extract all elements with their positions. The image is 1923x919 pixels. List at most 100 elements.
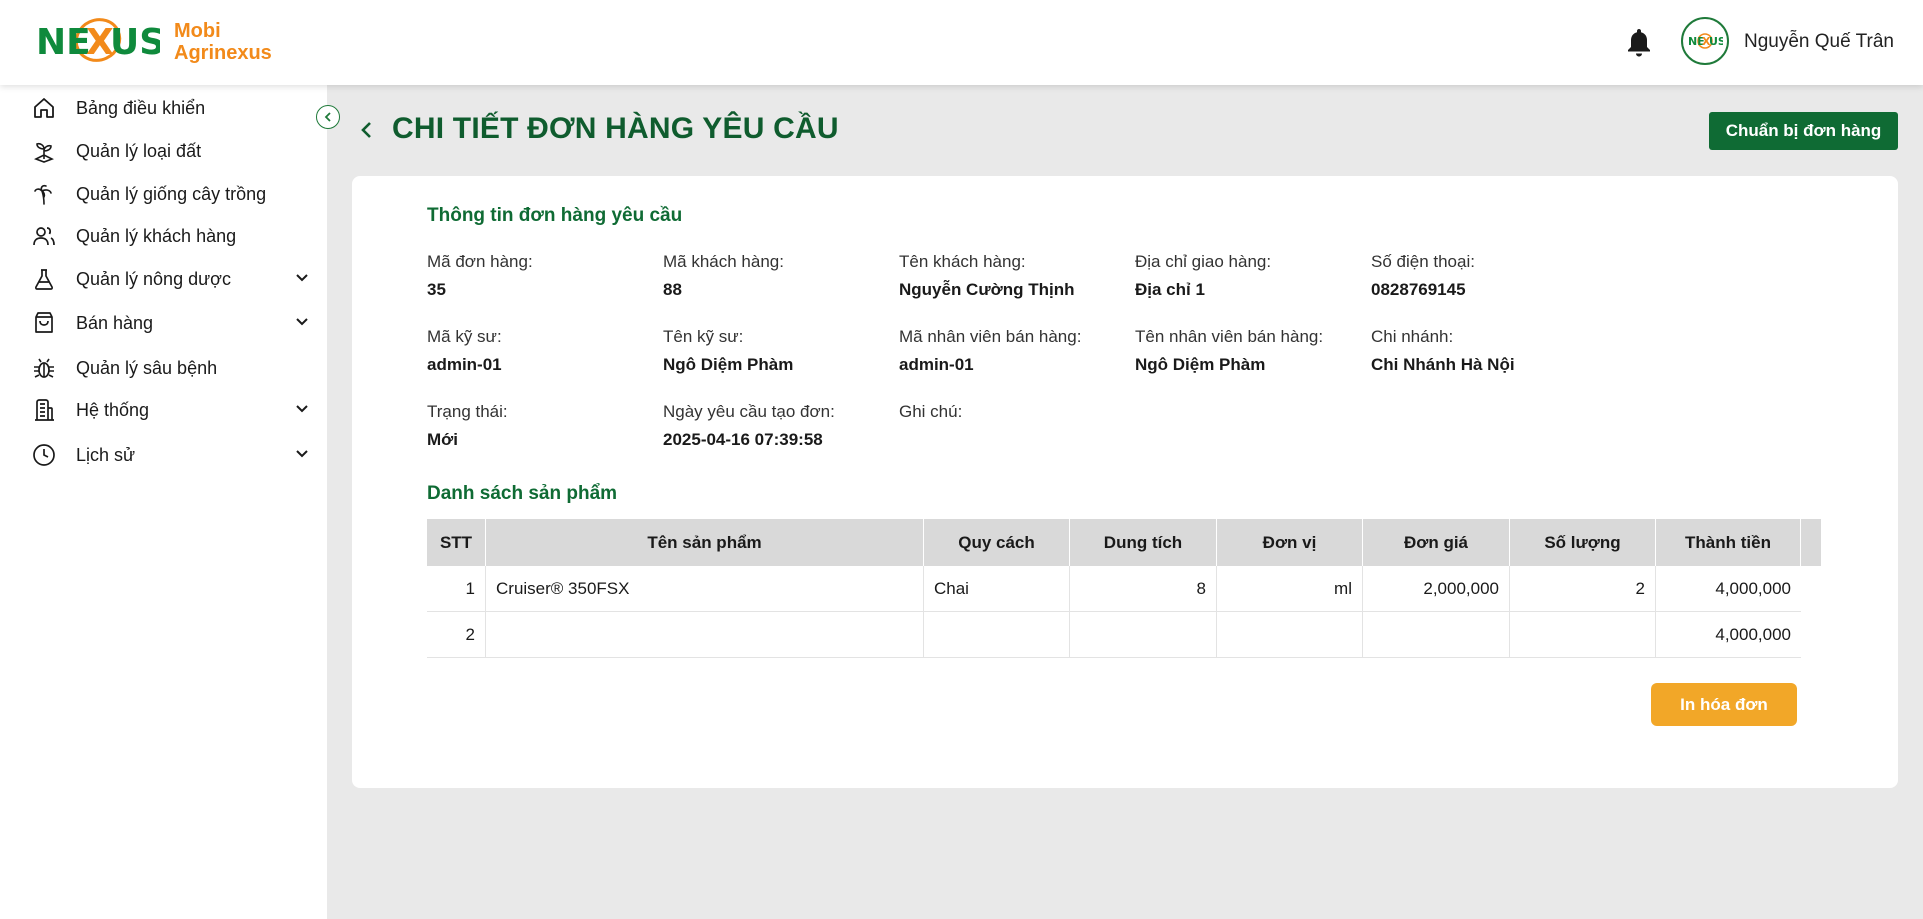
sidebar-item-system[interactable]: Hệ thống [30, 392, 310, 428]
customer-id-label: Mã khách hàng: [663, 252, 784, 271]
phone-value: 0828769145 [1371, 280, 1466, 299]
delivery-address-value: Địa chỉ 1 [1135, 280, 1205, 299]
chevron-down-icon [296, 450, 308, 458]
column-header[interactable]: Quy cách [924, 519, 1070, 566]
sidebar-item-label: Quản lý loại đất [76, 140, 202, 161]
palm-tree-icon [30, 180, 58, 208]
home-icon [30, 94, 58, 122]
sidebar-item-soil[interactable]: Quản lý loại đất [30, 133, 310, 169]
status-label: Trạng thái: [427, 402, 508, 421]
branch-value: Chi Nhánh Hà Nội [1371, 355, 1515, 374]
table-cell: 8 [1070, 566, 1217, 612]
table-cell [486, 612, 924, 658]
delivery-address-label: Địa chỉ giao hàng: [1135, 252, 1272, 271]
svg-text:US: US [110, 22, 160, 63]
order-info-title: Thông tin đơn hàng yêu cầu [427, 205, 683, 226]
customer-name-label: Tên khách hàng: [899, 252, 1026, 271]
table-cell: 2 [1510, 566, 1656, 612]
note-label: Ghi chú: [899, 402, 963, 421]
back-arrow-icon[interactable] [357, 118, 377, 142]
sales-staff-id-value: admin-01 [899, 355, 974, 374]
sidebar-item-label: Lịch sử [76, 444, 136, 465]
table-cell [1070, 612, 1217, 658]
column-header[interactable]: Đơn vị [1217, 519, 1363, 566]
prepare-order-button[interactable]: Chuẩn bị đơn hàng [1709, 112, 1898, 150]
order-detail-card: Thông tin đơn hàng yêu cầu Mã đơn hàng: … [352, 176, 1898, 788]
shopping-bag-icon [30, 309, 58, 337]
table-header: STT Tên sản phẩm Quy cách Dung tích Đơn … [427, 519, 1821, 566]
customer-id-value: 88 [663, 280, 682, 299]
chevron-down-icon [296, 405, 308, 413]
user-avatar[interactable]: NE X US [1681, 17, 1729, 65]
order-id-value: 35 [427, 280, 446, 299]
svg-text:NE: NE [36, 22, 91, 63]
table-row[interactable]: 2 4,000,000 [427, 612, 1801, 658]
sidebar-item-label: Quản lý khách hàng [76, 225, 237, 246]
soil-icon [30, 137, 58, 165]
sidebar-item-crop-varieties[interactable]: Quản lý giống cây trồng [30, 176, 310, 212]
brand-name: Mobi Agrinexus [174, 20, 272, 64]
chevron-down-icon [296, 274, 308, 282]
user-name[interactable]: Nguyễn Quế Trân [1744, 31, 1894, 53]
sidebar-item-label: Quản lý nông dược [76, 268, 231, 289]
table-cell: 2 [427, 612, 486, 658]
brand-name-line2: Agrinexus [174, 42, 272, 64]
building-icon [30, 396, 58, 424]
sidebar-item-label: Hệ thống [76, 399, 150, 420]
sidebar-item-label: Bảng điều khiển [76, 97, 206, 118]
sidebar-item-pests[interactable]: Quản lý sâu bệnh [30, 350, 310, 386]
request-date-value: 2025-04-16 07:39:58 [663, 430, 823, 449]
sidebar-item-dashboard[interactable]: Bảng điều khiển [30, 90, 310, 126]
order-id-label: Mã đơn hàng: [427, 252, 533, 271]
column-header[interactable]: Tên sản phẩm [486, 519, 924, 566]
brand-name-line1: Mobi [174, 20, 221, 42]
sales-staff-id-label: Mã nhân viên bán hàng: [899, 327, 1082, 346]
sidebar-item-history[interactable]: Lịch sử [30, 437, 310, 473]
status-value: Mới [427, 430, 458, 449]
table-cell [1363, 612, 1510, 658]
top-bar: NE X US Mobi Agrinexus NE X US Nguyễn Qu… [0, 0, 1923, 85]
users-icon [30, 222, 58, 250]
engineer-name-value: Ngô Diệm Phàm [663, 355, 794, 374]
engineer-name-label: Tên kỹ sư: [663, 327, 744, 346]
sidebar-collapse-button[interactable] [316, 105, 340, 129]
engineer-id-value: admin-01 [427, 355, 502, 374]
svg-text:US: US [1709, 35, 1723, 48]
column-header[interactable]: STT [427, 519, 486, 566]
customer-name-value: Nguyễn Cường Thịnh [899, 280, 1075, 299]
sidebar-item-pesticides[interactable]: Quản lý nông dược [30, 261, 310, 297]
table-cell: 4,000,000 [1715, 579, 1791, 598]
avatar-logo-icon: NE X US [1688, 33, 1723, 49]
column-header[interactable]: Đơn giá [1363, 519, 1510, 566]
sidebar-item-label: Quản lý giống cây trồng [76, 183, 267, 204]
table-cell [1510, 612, 1656, 658]
table-cell: 1 [427, 566, 486, 612]
print-invoice-button[interactable]: In hóa đơn [1651, 683, 1797, 726]
request-date-label: Ngày yêu cầu tạo đơn: [663, 402, 835, 421]
sidebar-item-label: Bán hàng [76, 312, 154, 333]
table-cell [1217, 612, 1363, 658]
sidebar-item-sales[interactable]: Bán hàng [30, 305, 310, 341]
column-header[interactable]: Thành tiền [1656, 519, 1801, 566]
page-title: CHI TIẾT ĐƠN HÀNG YÊU CẦU [392, 112, 839, 145]
flask-icon [30, 265, 58, 293]
table-row[interactable]: 1 Cruiser® 350FSX Chai 8 ml 2,000,000 2 … [427, 566, 1801, 612]
table-cell: 2,000,000 [1363, 566, 1510, 612]
table-cell: 4,000,000 [1715, 625, 1791, 644]
table-cell: Cruiser® 350FSX [486, 566, 924, 612]
chevron-left-icon [324, 112, 331, 122]
bug-icon [30, 354, 58, 382]
table-cell: Chai [924, 566, 1070, 612]
sales-staff-name-label: Tên nhân viên bán hàng: [1135, 327, 1324, 346]
table-cell: ml [1217, 566, 1363, 612]
sales-staff-name-value: Ngô Diệm Phàm [1135, 355, 1266, 374]
notification-bell-icon[interactable] [1626, 27, 1652, 57]
brand-logo[interactable]: NE X US Mobi Agrinexus [36, 14, 272, 70]
column-header[interactable]: Dung tích [1070, 519, 1217, 566]
chevron-down-icon [296, 318, 308, 326]
product-list-title: Danh sách sản phẩm [427, 483, 618, 504]
phone-label: Số điện thoại: [1371, 252, 1475, 271]
column-header[interactable]: Số lượng [1510, 519, 1656, 566]
sidebar-item-customers[interactable]: Quản lý khách hàng [30, 218, 310, 254]
nexus-logo-icon: NE X US [36, 18, 160, 63]
